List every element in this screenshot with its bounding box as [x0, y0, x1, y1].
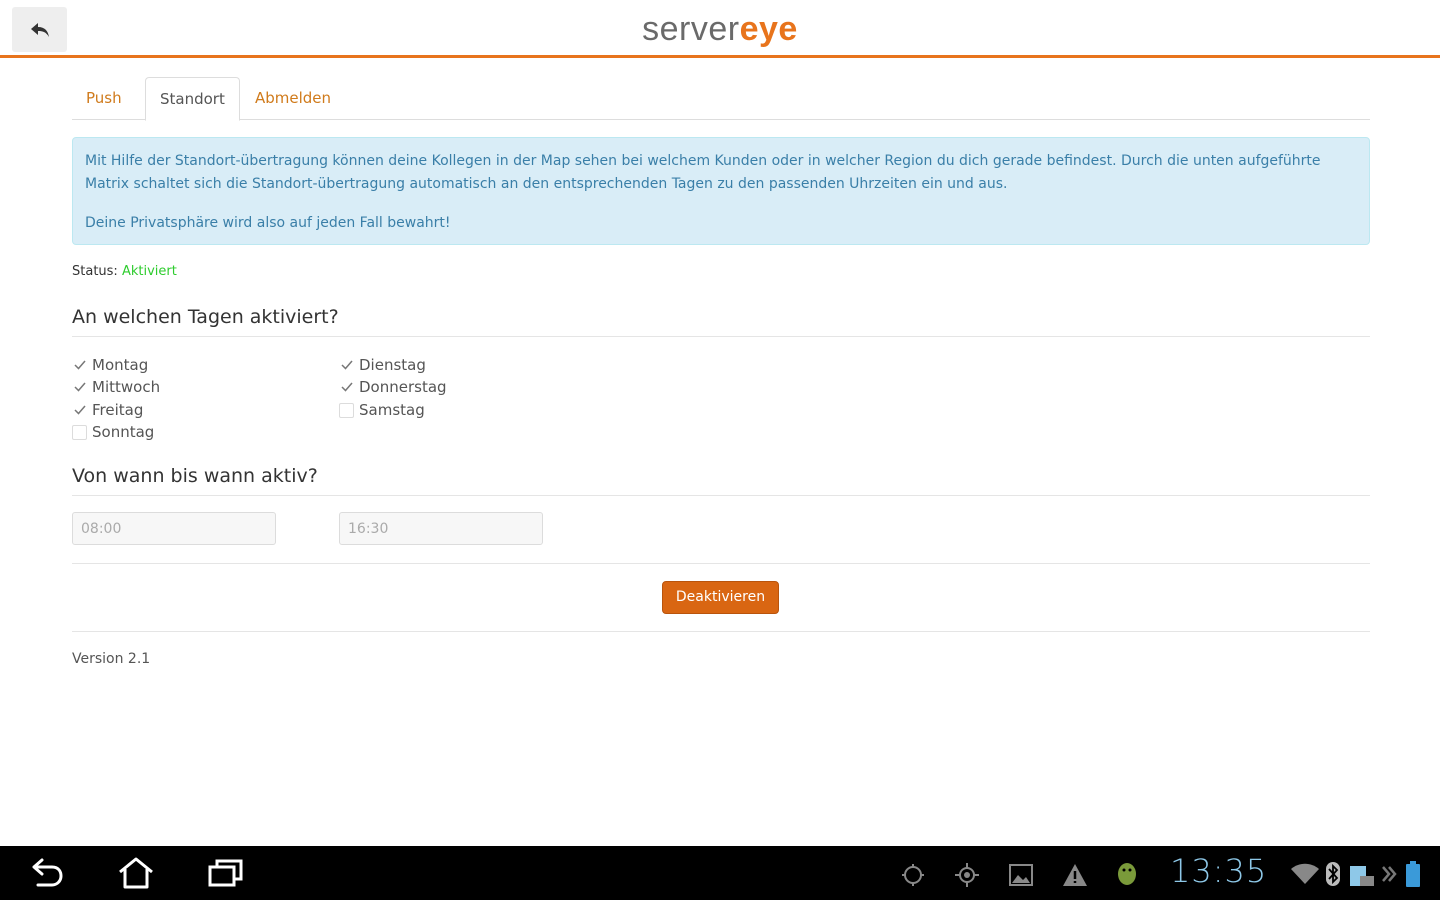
bluetooth-icon — [1324, 860, 1342, 888]
day-checkbox-montag[interactable]: Montag — [72, 355, 148, 375]
app-header: servereye — [0, 0, 1440, 58]
time-to-input[interactable] — [339, 512, 543, 545]
storage-icon — [1348, 860, 1376, 888]
picture-icon — [1008, 862, 1034, 888]
info-paragraph-1: Mit Hilfe der Standort-übertragung könne… — [85, 153, 1321, 192]
day-checkbox-donnerstag[interactable]: Donnerstag — [339, 377, 447, 397]
battery-icon — [1404, 860, 1422, 888]
time-from-input[interactable] — [72, 512, 276, 545]
tab-push[interactable]: Push — [72, 77, 136, 120]
checkbox[interactable] — [339, 379, 354, 395]
logo-text-server: server — [642, 10, 740, 48]
servereye-logo: servereye — [0, 10, 1440, 49]
day-label: Donnerstag — [359, 378, 447, 396]
check-icon — [73, 405, 86, 415]
android-debug-icon — [1114, 860, 1140, 888]
deactivate-button[interactable]: Deaktivieren — [662, 581, 779, 614]
tab-abmelden[interactable]: Abmelden — [241, 77, 345, 120]
day-label: Dienstag — [359, 356, 426, 374]
double-chevron-icon — [1380, 862, 1398, 886]
days-heading: An welchen Tagen aktiviert? — [72, 306, 1370, 337]
location-icon — [900, 862, 926, 888]
day-checkbox-sonntag[interactable]: Sonntag — [72, 422, 154, 442]
day-checkbox-dienstag[interactable]: Dienstag — [339, 355, 426, 375]
tab-bar: Push Standort Abmelden — [72, 77, 1370, 121]
day-checkbox-mittwoch[interactable]: Mittwoch — [72, 377, 160, 397]
checkbox[interactable] — [72, 402, 87, 418]
system-back-icon[interactable] — [26, 855, 66, 891]
tab-standort[interactable]: Standort — [145, 77, 240, 121]
status-line: Status: Aktiviert — [72, 264, 177, 279]
day-label: Sonntag — [92, 423, 155, 441]
logo-text-eye: eye — [739, 10, 798, 48]
check-icon — [73, 360, 86, 370]
check-icon — [340, 382, 353, 392]
info-alert: Mit Hilfe der Standort-übertragung könne… — [72, 137, 1370, 245]
system-home-icon[interactable] — [116, 855, 156, 891]
checkbox[interactable] — [339, 357, 354, 373]
system-navigation-bar: 13:35 — [0, 846, 1440, 900]
checkbox[interactable] — [72, 424, 87, 440]
times-heading: Von wann bis wann aktiv? — [72, 465, 1370, 496]
day-label: Freitag — [92, 401, 144, 419]
day-label: Montag — [92, 356, 149, 374]
status-label: Status: — [72, 264, 118, 279]
day-checkbox-samstag[interactable]: Samstag — [339, 400, 425, 420]
day-checkbox-freitag[interactable]: Freitag — [72, 400, 143, 420]
checkbox[interactable] — [72, 357, 87, 373]
day-label: Samstag — [359, 401, 425, 419]
day-label: Mittwoch — [92, 378, 161, 396]
divider — [72, 563, 1370, 564]
status-value: Aktiviert — [121, 264, 177, 279]
wifi-icon — [1290, 862, 1320, 886]
warning-icon — [1062, 862, 1088, 888]
gps-icon — [954, 862, 980, 888]
check-icon — [73, 382, 86, 392]
info-paragraph-2: Deine Privatsphäre wird also auf jeden F… — [85, 215, 451, 231]
checkbox[interactable] — [72, 379, 87, 395]
divider — [72, 631, 1370, 632]
checkbox[interactable] — [339, 402, 354, 418]
version-text: Version 2.1 — [72, 651, 151, 667]
system-clock: 13:35 — [1170, 852, 1268, 890]
system-recent-apps-icon[interactable] — [206, 855, 246, 891]
check-icon — [340, 360, 353, 370]
